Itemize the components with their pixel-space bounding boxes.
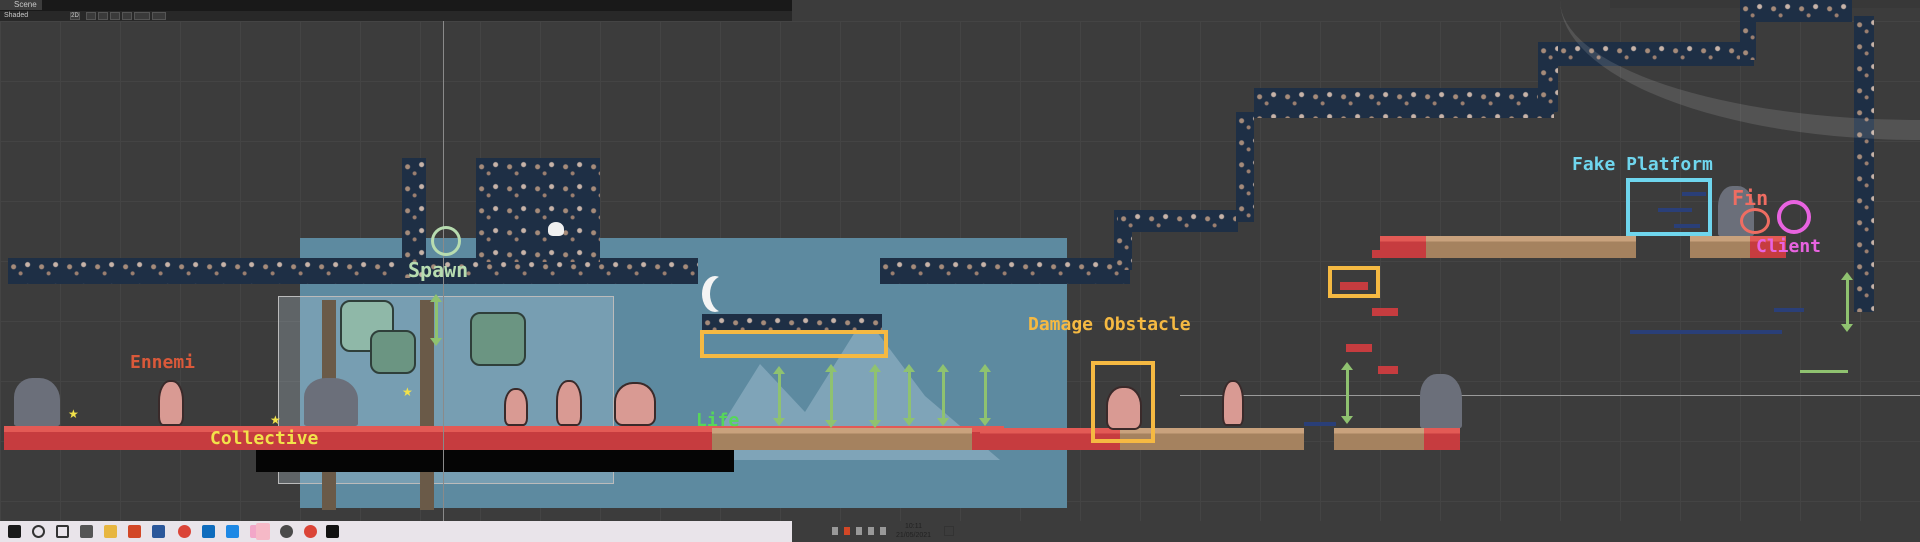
star-icon: ★ <box>68 407 79 421</box>
notifications-icon[interactable] <box>944 526 954 536</box>
ground-sand <box>1690 236 1750 258</box>
scene-camera-button[interactable] <box>152 12 166 20</box>
small-platform <box>1372 250 1394 258</box>
enemy-sprite[interactable] <box>504 388 528 426</box>
life-label: Life <box>696 410 740 431</box>
damage-box <box>1328 266 1380 298</box>
guide-line <box>1180 395 1920 396</box>
cave-ceiling <box>880 258 1130 284</box>
moving-platform-arrow <box>937 364 949 426</box>
moon-icon <box>710 276 736 312</box>
unity-icon[interactable] <box>326 525 339 538</box>
photos-icon[interactable] <box>256 523 270 540</box>
system-tray-icons[interactable] <box>832 527 892 535</box>
shading-mode-dropdown[interactable]: Shaded <box>4 11 64 21</box>
cave-ceiling <box>1254 88 1554 118</box>
moving-platform-arrow <box>1341 362 1353 424</box>
cave-block <box>476 158 600 262</box>
gizmos-dropdown[interactable] <box>134 12 150 20</box>
fake-platform-box[interactable] <box>1626 178 1712 236</box>
rock <box>1420 374 1462 428</box>
moving-platform-arrow <box>869 364 881 428</box>
rock <box>14 378 60 426</box>
windows-start-icon[interactable] <box>8 525 21 538</box>
small-platform <box>1346 344 1372 352</box>
cave-wall <box>1538 42 1558 112</box>
tree-foliage <box>370 330 416 374</box>
settings-icon[interactable] <box>280 525 293 538</box>
ground-sand <box>1426 236 1636 258</box>
mail-icon[interactable] <box>226 525 239 538</box>
fake-platform-label: Fake Platform <box>1572 154 1713 175</box>
star-icon: ★ <box>270 413 281 427</box>
spawn-label: Spawn <box>408 258 469 282</box>
office-icon[interactable] <box>128 525 141 538</box>
ground-sand <box>712 428 972 450</box>
cave-wall <box>1236 112 1254 222</box>
fake-platform <box>1304 422 1336 426</box>
moving-platform-arrow <box>903 364 915 426</box>
audio-toggle-button[interactable] <box>98 12 108 20</box>
damage-obstacle-box[interactable] <box>1091 361 1155 443</box>
taskbar-clock[interactable]: 10:11 21/05/2021 <box>896 522 931 540</box>
word-icon[interactable] <box>152 525 165 538</box>
fin-marker[interactable] <box>1740 208 1770 234</box>
chrome-icon-2[interactable] <box>304 525 317 538</box>
client-marker[interactable] <box>1777 200 1811 234</box>
tab-scene[interactable]: Scene <box>0 0 42 10</box>
ground-red <box>1424 428 1460 450</box>
horizontal-arrow <box>1800 370 1848 373</box>
fake-platform <box>1774 308 1804 312</box>
toggle-2d-button[interactable]: 2D <box>70 12 80 20</box>
clock-time: 10:11 <box>905 523 923 530</box>
effects-toggle-button[interactable] <box>110 12 120 20</box>
file-explorer-icon[interactable] <box>104 525 117 538</box>
ground-sand <box>1334 428 1424 450</box>
moving-platform-arrow <box>430 294 442 346</box>
fin-label: Fin <box>1732 186 1769 210</box>
spawn-circle-icon <box>431 226 461 256</box>
chrome-icon[interactable] <box>178 525 191 538</box>
tab-bar <box>0 0 792 11</box>
hidden-objects-button[interactable] <box>122 12 132 20</box>
tree-foliage <box>470 312 526 366</box>
skull-icon <box>548 222 564 236</box>
windows-taskbar <box>0 521 792 542</box>
ennemi-label: Ennemi <box>130 352 196 373</box>
damage-box <box>700 330 888 358</box>
cave-ceiling <box>1118 210 1238 232</box>
client-label: Client <box>1756 236 1822 257</box>
tree-trunk <box>420 300 434 510</box>
fake-platform <box>1630 330 1782 334</box>
enemy-sprite[interactable] <box>556 380 582 426</box>
lighting-toggle-button[interactable] <box>86 12 96 20</box>
widgets-icon[interactable] <box>80 525 93 538</box>
small-platform <box>1378 366 1398 374</box>
collective-label: Collective <box>210 428 319 449</box>
search-icon[interactable] <box>32 525 45 538</box>
outlook-icon[interactable] <box>202 525 215 538</box>
rock <box>304 378 358 426</box>
moving-platform-arrow <box>1841 272 1853 332</box>
small-platform <box>1372 308 1398 316</box>
clock-date: 21/05/2021 <box>896 532 932 539</box>
floating-cave-platform <box>702 314 882 330</box>
enemy-sprite[interactable] <box>1222 380 1244 426</box>
enemy-sprite[interactable] <box>614 382 656 426</box>
moving-platform-arrow <box>979 364 991 426</box>
moving-platform-arrow <box>773 366 785 426</box>
star-icon: ★ <box>402 385 413 399</box>
task-view-icon[interactable] <box>56 525 69 538</box>
shadow-strip <box>256 450 734 472</box>
damage-obstacle-label: Damage Obstacle <box>1028 314 1191 335</box>
moving-platform-arrow <box>825 364 837 428</box>
enemy-sprite[interactable] <box>158 380 184 426</box>
